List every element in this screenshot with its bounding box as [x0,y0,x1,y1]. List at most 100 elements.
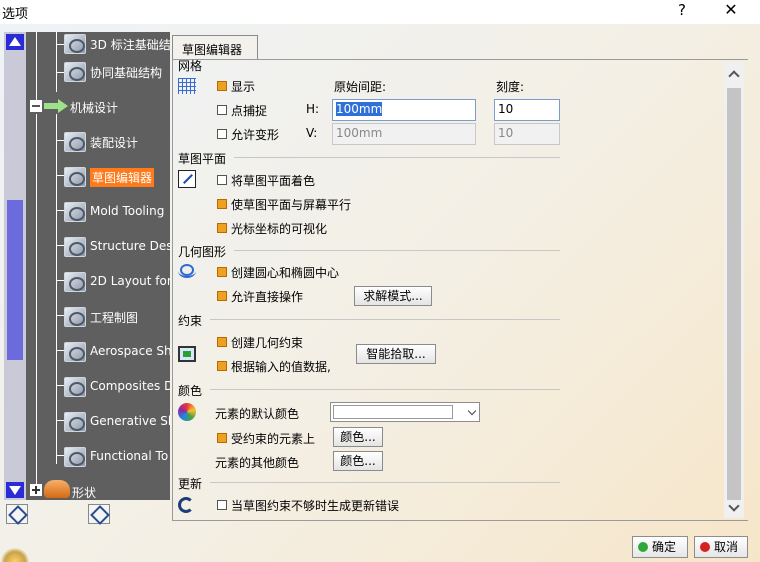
parallel-screen-label: 使草图平面与屏幕平行 [231,198,352,212]
chevron-up-icon[interactable] [728,68,740,80]
shape-icon [44,480,70,498]
constrained-color-checkbox[interactable] [217,433,227,443]
tree-line [56,280,64,281]
snap-checkbox[interactable] [217,105,227,115]
section-geometry: 几何图形 [178,245,227,259]
options-tree: 3D 标注基础结 协同基础结构 机械设计 装配设计 草图编辑器 Mold Too… [4,32,170,500]
tree-scrollbar[interactable] [4,32,26,500]
section-colors: 颜色 [178,384,203,398]
separator [234,250,560,251]
color-wheel-icon [178,403,196,421]
update-error-checkbox[interactable] [217,500,227,510]
aerospace-icon [64,342,86,362]
separator [234,157,560,158]
dimensional-constraints-label: 根据输入的值数据, [231,360,331,374]
constrained-color-button[interactable]: 颜色... [333,427,383,447]
geometric-constraints-checkbox[interactable] [217,337,227,347]
help-button[interactable]: ? [672,1,692,19]
chevron-down-icon[interactable] [728,502,740,514]
section-sketch-plane: 草图平面 [178,152,227,166]
arrow-down-icon [9,486,21,495]
distort-checkbox[interactable] [217,129,227,139]
v-label: V: [306,126,318,140]
functional-icon [64,447,86,467]
tree-scroll-up-button[interactable] [6,34,24,50]
options-tool-icon[interactable] [6,504,28,524]
update-icon [178,497,194,513]
tree-line [56,210,64,211]
smartpick-button[interactable]: 智能拾取... [356,344,436,364]
title-bar: 选项 ? ✕ [0,0,760,24]
cancel-button[interactable]: 取消 [694,536,748,558]
tree-line [56,175,64,176]
mold-icon [64,202,86,222]
other-color-label: 元素的其他颜色 [215,456,300,470]
shade-plane-checkbox[interactable] [217,175,227,185]
chevron-down-icon [467,406,477,416]
collapse-mechanical-icon[interactable] [30,100,42,112]
layout-icon [64,272,86,292]
structure-icon [64,237,86,257]
default-color-label: 元素的默认颜色 [215,407,300,421]
ok-button[interactable]: 确定 [632,536,688,558]
tree-line [56,114,57,464]
collaboration-icon [64,62,86,82]
h-label: H: [306,102,320,116]
spacing-header: 原始间距: [334,80,387,94]
tree-line [36,114,37,490]
generative-icon [64,412,86,432]
annotation-icon [64,34,86,54]
drafting-icon [64,307,86,327]
sketch-plane-icon [178,170,196,188]
tree-scroll-thumb[interactable] [7,200,23,360]
constraint-icon [178,346,196,362]
show-grid-checkbox[interactable] [217,81,227,91]
tree-line [36,32,37,100]
options-lock-icon[interactable] [88,504,110,524]
dimensional-constraints-checkbox[interactable] [217,361,227,371]
tree-line [56,350,64,351]
close-button[interactable]: ✕ [716,0,746,19]
v-spacing-input[interactable]: 100mm [332,123,476,145]
other-color-button[interactable]: 颜色... [333,451,383,471]
app-logo-icon [0,548,30,562]
section-update: 更新 [178,477,203,491]
direct-manipulation-label: 允许直接操作 [231,290,304,304]
tree-scroll-down-button[interactable] [6,482,24,498]
direct-manipulation-checkbox[interactable] [217,291,227,301]
panel-scroll-thumb[interactable] [727,88,741,500]
tree-line [56,420,64,421]
parallel-screen-checkbox[interactable] [217,199,227,209]
distort-label: 允许变形 [231,128,280,142]
shade-plane-label: 将草图平面着色 [231,174,316,188]
v-graduations-input[interactable]: 10 [494,123,560,145]
circle-centers-checkbox[interactable] [217,267,227,277]
solving-mode-button[interactable]: 求解模式... [354,286,432,306]
section-constraint: 约束 [178,314,203,328]
constrained-color-label: 受约束的元素上 [231,432,316,446]
cancel-icon [700,542,710,552]
default-color-select[interactable] [330,402,480,422]
h-spacing-input[interactable]: 100mm [332,99,476,121]
show-grid-label: 显示 [231,80,256,94]
panel-scrollbar[interactable] [724,62,744,518]
cursor-coords-checkbox[interactable] [217,223,227,233]
window-title: 选项 [2,7,29,22]
expand-shape-icon[interactable] [30,484,42,496]
cursor-coords-label: 光标坐标的可视化 [231,222,328,236]
tree-line [56,245,64,246]
grid-icon [178,78,196,94]
default-color-swatch [333,405,453,419]
snap-label: 点捕捉 [231,104,268,118]
tree-line [56,140,64,141]
arrow-up-icon [9,37,21,46]
mechanical-design-icon [44,99,70,113]
separator [210,389,560,390]
tree-line [56,32,57,92]
ok-icon [638,542,648,552]
h-graduations-input[interactable]: 10 [494,99,560,121]
geometry-icon [178,264,196,278]
separator [210,482,560,483]
tree-line [56,315,64,316]
geometric-constraints-label: 创建几何约束 [231,336,304,350]
